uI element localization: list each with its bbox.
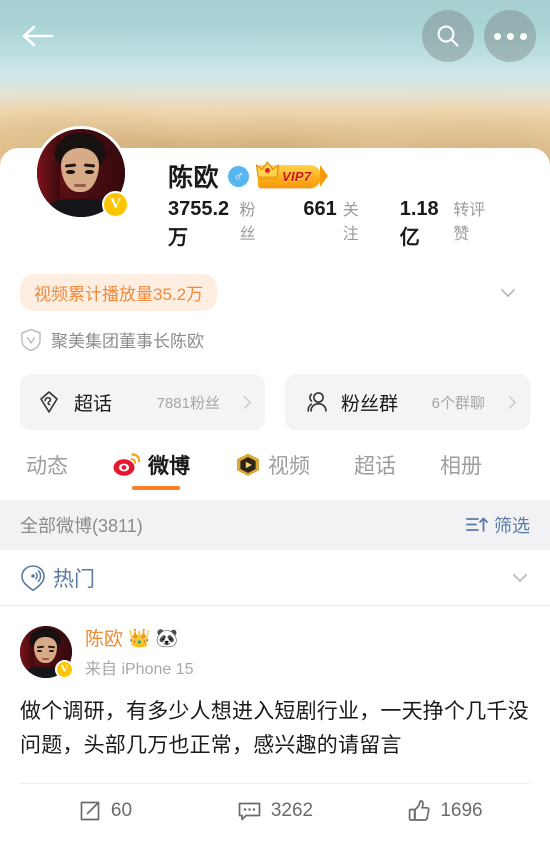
like-thumb-icon xyxy=(409,799,430,821)
stat-value: 1.18亿 xyxy=(399,198,439,249)
hot-section-header[interactable]: 热门 xyxy=(0,550,550,606)
post-author-avatar[interactable]: V xyxy=(20,625,74,679)
stat-value: 661 xyxy=(303,198,337,220)
weibo-profile-screen: V 陈欧 ♂ VIP7 3755.2万 粉丝 661 关注 1.18亿 转评赞 … xyxy=(0,0,550,843)
like-count: 1696 xyxy=(440,799,483,821)
stat-value: 3755.2万 xyxy=(168,198,230,249)
video-play-count-badge: 视频累计播放量35.2万 xyxy=(20,274,218,311)
stat-interactions[interactable]: 1.18亿 转评赞 xyxy=(400,196,492,250)
tab-xiangce[interactable]: 相册 xyxy=(440,434,482,496)
play-count-row: 视频累计播放量35.2万 xyxy=(20,274,530,311)
verified-badge-icon: V xyxy=(55,659,74,679)
chip-sublabel: 6个群聊 xyxy=(431,394,485,412)
tab-chaohua[interactable]: 超话 xyxy=(354,434,396,496)
comment-button[interactable]: 3262 xyxy=(190,799,360,823)
hot-ripple-icon xyxy=(21,564,45,591)
comment-icon xyxy=(238,802,261,820)
chip-label: 粉丝群 xyxy=(341,393,399,415)
share-icon xyxy=(80,801,100,820)
profile-avatar[interactable]: V xyxy=(34,126,129,220)
chip-label: 超话 xyxy=(74,393,113,415)
weibo-post: V 陈欧 👑 🐼 来自 iPhone 15 做个调研，有多少人想进入短剧行业，一… xyxy=(0,606,550,837)
back-button[interactable] xyxy=(18,16,58,56)
diamond-icon xyxy=(40,391,58,413)
vip-level-badge[interactable]: VIP7 xyxy=(255,160,329,188)
post-text: 做个调研，有多少人想进入短剧行业，一天挣个几千没问题，头部几万也正常，感兴趣的请… xyxy=(20,700,529,758)
chevron-right-icon xyxy=(238,395,251,409)
tab-weibo[interactable]: 微博 xyxy=(112,434,190,496)
bio-row: 聚美集团董事长陈欧 xyxy=(20,327,530,352)
filter-label: 筛选 xyxy=(494,516,530,536)
tab-label: 动态 xyxy=(26,455,68,478)
share-button[interactable]: 60 xyxy=(20,799,190,823)
tab-label: 视频 xyxy=(268,455,310,478)
like-button[interactable]: 1696 xyxy=(360,799,530,823)
more-options-button[interactable] xyxy=(484,10,536,62)
post-author-row: 陈欧 👑 🐼 xyxy=(85,624,194,651)
filter-bar: 全部微博(3811) 筛选 xyxy=(0,500,550,550)
panda-emoji-icon: 🐼 xyxy=(155,627,178,648)
stat-followers[interactable]: 3755.2万 粉丝 xyxy=(168,196,265,250)
post-header: V 陈欧 👑 🐼 来自 iPhone 15 xyxy=(20,606,530,679)
post-author-name[interactable]: 陈欧 xyxy=(85,624,123,651)
tab-label: 微博 xyxy=(148,455,190,478)
vip-label: VIP7 xyxy=(282,168,312,184)
search-icon xyxy=(437,25,459,47)
stat-label: 粉丝 xyxy=(239,202,256,243)
tab-dongtai[interactable]: 动态 xyxy=(26,434,68,496)
weibo-count-label: 全部微博(3811) xyxy=(20,516,143,536)
profile-card: V 陈欧 ♂ VIP7 3755.2万 粉丝 661 关注 1.18亿 转评赞 … xyxy=(0,126,550,430)
profile-chips: 超话 7881粉丝 粉丝群 6个群聊 xyxy=(20,374,530,430)
tab-video[interactable]: 视频 xyxy=(234,434,310,496)
search-button[interactable] xyxy=(422,10,474,62)
page-title: 陈欧 xyxy=(168,164,220,192)
more-dots-icon xyxy=(493,32,527,40)
video-hexagon-icon xyxy=(237,453,259,476)
stat-following[interactable]: 661 关注 xyxy=(303,196,361,244)
profile-tabs: 动态 微博 视频 超话 相册 xyxy=(0,434,550,496)
bio-text: 聚美集团董事长陈欧 xyxy=(51,332,204,351)
tab-label: 超话 xyxy=(354,455,396,478)
stat-label: 转评赞 xyxy=(453,202,486,243)
expand-profile-chevron-down-icon[interactable] xyxy=(498,283,518,303)
post-action-bar: 60 3262 1696 xyxy=(20,783,530,837)
share-count: 60 xyxy=(110,799,133,821)
crown-icon xyxy=(255,160,280,180)
stat-label: 关注 xyxy=(342,202,359,243)
verified-badge-icon: V xyxy=(102,191,129,218)
gender-male-icon: ♂ xyxy=(228,165,250,187)
hot-section-label: 热门 xyxy=(53,567,95,591)
crown-emoji-icon: 👑 xyxy=(128,627,151,648)
super-topic-chip[interactable]: 超话 7881粉丝 xyxy=(20,374,265,430)
weibo-eye-icon xyxy=(113,453,141,476)
tab-label: 相册 xyxy=(440,455,482,478)
chip-sublabel: 7881粉丝 xyxy=(156,394,220,412)
hot-collapse-chevron-down-icon[interactable] xyxy=(510,568,530,588)
post-source: 来自 iPhone 15 xyxy=(85,661,194,678)
hot-section-left: 热门 xyxy=(20,563,95,593)
filter-button[interactable]: 筛选 xyxy=(465,512,530,538)
post-meta: 陈欧 👑 🐼 来自 iPhone 15 xyxy=(85,624,194,679)
verified-shield-icon xyxy=(21,328,41,351)
users-icon xyxy=(307,392,327,412)
comment-count: 3262 xyxy=(270,799,314,821)
back-arrow-icon xyxy=(22,25,54,47)
sort-filter-icon xyxy=(466,517,488,532)
fan-group-chip[interactable]: 粉丝群 6个群聊 xyxy=(285,374,530,430)
chevron-right-icon xyxy=(503,395,516,409)
